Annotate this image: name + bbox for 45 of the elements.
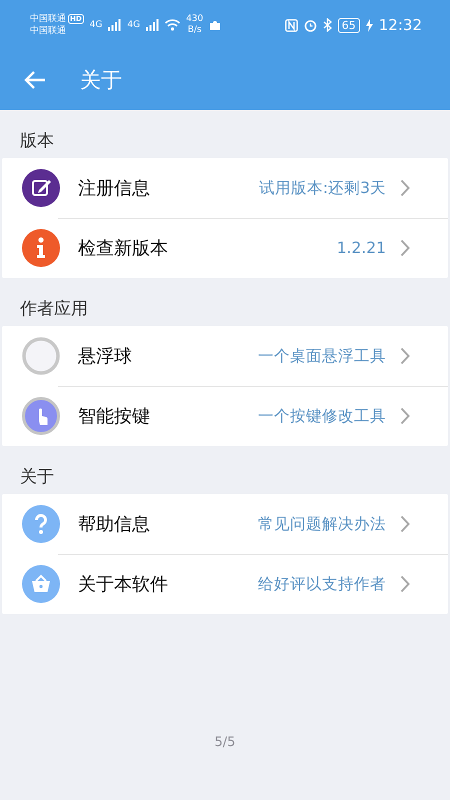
chevron-icon bbox=[400, 347, 410, 365]
signal-icon bbox=[146, 19, 160, 31]
clock-time: 12:32 bbox=[378, 16, 422, 34]
chevron-icon bbox=[400, 515, 410, 533]
item-label[interactable]: 帮助信息 bbox=[78, 512, 258, 536]
item-label[interactable]: 注册信息 bbox=[78, 176, 259, 200]
item-value: 常见问题解决办法 bbox=[258, 514, 386, 534]
item-value: 一个按键修改工具 bbox=[258, 406, 386, 426]
network-type: 4G bbox=[127, 20, 140, 30]
edit-icon bbox=[22, 169, 60, 207]
item-label[interactable]: 检查新版本 bbox=[78, 236, 337, 260]
page-indicator: 5/5 bbox=[214, 735, 236, 750]
section-header: 作者应用 bbox=[19, 298, 89, 321]
alarm-icon bbox=[304, 18, 317, 32]
chevron-icon bbox=[400, 179, 410, 197]
carrier-name: 中国联通 bbox=[30, 13, 66, 25]
signal-icon bbox=[108, 19, 122, 31]
back-button[interactable] bbox=[24, 70, 46, 90]
nfc-icon bbox=[284, 18, 298, 32]
item-label[interactable]: 智能按键 bbox=[78, 404, 258, 428]
speed-value: 430 bbox=[186, 14, 204, 25]
item-value: 1.2.21 bbox=[336, 239, 386, 257]
info-icon bbox=[22, 229, 60, 267]
network-type: 4G bbox=[90, 20, 102, 30]
speed-unit: B/s bbox=[188, 25, 202, 36]
item-value: 试用版本:还剩3天 bbox=[258, 178, 386, 198]
wifi-icon bbox=[165, 19, 180, 31]
chevron-icon bbox=[400, 239, 410, 257]
section-header: 关于 bbox=[19, 466, 55, 489]
tap-icon bbox=[22, 397, 60, 435]
carrier-name: 中国联通 bbox=[30, 25, 67, 37]
page-title: 关于 bbox=[80, 67, 122, 94]
basket-icon bbox=[22, 565, 60, 603]
item-label[interactable]: 关于本软件 bbox=[78, 572, 258, 596]
ring-icon bbox=[22, 337, 60, 375]
chevron-icon bbox=[400, 407, 410, 425]
item-label[interactable]: 悬浮球 bbox=[78, 344, 258, 368]
help-icon bbox=[22, 505, 60, 543]
charging-icon bbox=[366, 18, 373, 32]
item-value: 一个桌面悬浮工具 bbox=[258, 346, 386, 366]
section-header: 版本 bbox=[19, 130, 55, 153]
battery-level: 65 bbox=[338, 18, 360, 32]
item-value: 给好评以支持作者 bbox=[258, 574, 386, 594]
bluetooth-icon bbox=[322, 18, 332, 32]
chevron-icon bbox=[400, 575, 410, 593]
